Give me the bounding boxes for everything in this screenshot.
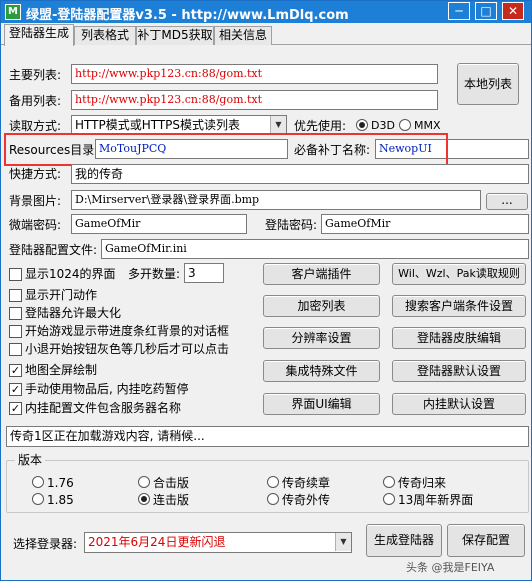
version-guilai-radio[interactable] xyxy=(383,476,395,488)
window-title: 绿盟-登陆器配置器v3.5 - http://www.LmDlq.com xyxy=(26,8,349,23)
title-bar[interactable]: M 绿盟-登陆器配置器v3.5 - http://www.LmDlq.com ─… xyxy=(1,1,531,23)
version-176-radio[interactable] xyxy=(32,476,44,488)
ui-edit-button[interactable]: 界面UI编辑 xyxy=(263,393,380,415)
micro-pwd-label: 微端密码: xyxy=(9,218,62,232)
multi-open-input[interactable]: 3 xyxy=(184,263,224,283)
default-settings-button[interactable]: 登陆器默认设置 xyxy=(392,360,526,382)
priority-d3d-radio[interactable] xyxy=(356,119,368,131)
background-input[interactable]: D:\Mirserver\登录器\登录界面.bmp xyxy=(71,190,481,210)
show-open-anim-checkbox[interactable] xyxy=(9,289,22,302)
backup-list-input[interactable]: http://www.pkp123.cn:88/gom.txt xyxy=(71,90,438,110)
local-list-button[interactable]: 本地列表 xyxy=(457,63,519,105)
config-file-label: 登陆器配置文件: xyxy=(9,243,98,257)
version-xuzhang-radio[interactable] xyxy=(267,476,279,488)
app-window: M 绿盟-登陆器配置器v3.5 - http://www.LmDlq.com ─… xyxy=(0,0,532,581)
shortcut-label: 快捷方式: xyxy=(9,167,62,181)
maximize-button[interactable]: □ xyxy=(475,2,497,20)
version-legend: 版本 xyxy=(15,452,46,468)
client-plugin-button[interactable]: 客户端插件 xyxy=(263,263,380,285)
version-lianji-label: 连击版 xyxy=(153,493,190,507)
allow-maximize-checkbox[interactable] xyxy=(9,307,22,320)
highlight-box xyxy=(4,133,448,166)
read-mode-value: HTTP模式或HTTPS模式读列表 xyxy=(75,118,241,132)
tab-patch-md5[interactable]: 补丁MD5获取 xyxy=(136,26,214,45)
special-files-button[interactable]: 集成特殊文件 xyxy=(263,360,380,382)
exit-gray-checkbox[interactable] xyxy=(9,343,22,356)
plugin-default-button[interactable]: 内挂默认设置 xyxy=(392,393,526,415)
generate-button[interactable]: 生成登陆器 xyxy=(366,524,442,557)
background-label: 背景图片: xyxy=(9,194,62,208)
version-185-label: 1.85 xyxy=(47,493,74,507)
tab-about[interactable]: 相关信息 xyxy=(214,26,272,45)
minimize-button[interactable]: ─ xyxy=(448,2,470,20)
read-mode-select[interactable]: HTTP模式或HTTPS模式读列表 ▼ xyxy=(71,115,287,135)
priority-label: 优先使用: xyxy=(294,119,347,133)
priority-mmx-radio[interactable] xyxy=(399,119,411,131)
tab-list-format[interactable]: 列表格式 xyxy=(74,26,136,45)
tab-bar: 登陆器生成 列表格式 补丁MD5获取 相关信息 xyxy=(1,23,531,46)
version-13th-label: 13周年新界面 xyxy=(398,493,474,507)
priority-d3d-label: D3D xyxy=(371,119,395,132)
version-xuzhang-label: 传奇续章 xyxy=(282,476,331,490)
save-config-button[interactable]: 保存配置 xyxy=(447,524,525,557)
main-list-label: 主要列表: xyxy=(9,68,62,82)
close-button[interactable]: ✕ xyxy=(502,2,524,20)
login-pwd-input[interactable]: GameOfMir xyxy=(321,214,529,234)
priority-mmx-label: MMX xyxy=(414,119,441,132)
skin-edit-button[interactable]: 登陆器皮肤编辑 xyxy=(392,327,526,349)
manual-items-checkbox[interactable]: ✓ xyxy=(9,383,22,396)
show-1024-checkbox[interactable] xyxy=(9,268,22,281)
app-logo-icon: M xyxy=(5,4,21,20)
config-file-input[interactable]: GameOfMir.ini xyxy=(101,239,529,259)
version-lianji-radio[interactable] xyxy=(138,493,150,505)
multi-open-label: 多开数量: xyxy=(128,267,181,281)
search-client-button[interactable]: 搜索客户端条件设置 xyxy=(392,295,526,317)
plugin-config-checkbox[interactable]: ✓ xyxy=(9,402,22,415)
tab-generator[interactable]: 登陆器生成 xyxy=(4,24,74,46)
status-text-input[interactable]: 传奇1区正在加载游戏内容, 请稍候... xyxy=(6,426,529,447)
main-list-input[interactable]: http://www.pkp123.cn:88/gom.txt xyxy=(71,64,438,84)
show-1024-label: 显示1024的界面 xyxy=(25,267,116,281)
exit-gray-label: 小退开始按钮灰色等几秒后才可以点击 xyxy=(25,342,230,356)
version-185-radio[interactable] xyxy=(32,493,44,505)
select-login-value: 2021年6月24日更新闪退 xyxy=(88,535,226,549)
chevron-down-icon[interactable]: ▼ xyxy=(335,533,351,551)
manual-items-label: 手动使用物品后, 内挂吃药暂停 xyxy=(25,382,189,396)
show-open-anim-label: 显示开门动作 xyxy=(25,288,98,302)
chevron-down-icon[interactable]: ▼ xyxy=(270,116,286,134)
plugin-config-label: 内挂配置文件包含服务器名称 xyxy=(25,401,182,415)
backup-list-label: 备用列表: xyxy=(9,94,62,108)
browse-button[interactable]: ... xyxy=(486,193,528,210)
fullscreen-map-label: 地图全屏绘制 xyxy=(25,363,98,377)
version-heji-radio[interactable] xyxy=(138,476,150,488)
watermark-text: 头条 @我是FEIYA xyxy=(406,561,495,574)
select-login-select[interactable]: 2021年6月24日更新闪退 ▼ xyxy=(84,532,352,553)
fullscreen-map-checkbox[interactable]: ✓ xyxy=(9,364,22,377)
version-guilai-label: 传奇归来 xyxy=(398,476,447,490)
login-pwd-label: 登陆密码: xyxy=(265,218,318,232)
read-rules-button[interactable]: Wil、Wzl、Pak读取规则 xyxy=(392,263,526,285)
progress-dialog-checkbox[interactable] xyxy=(9,325,22,338)
allow-maximize-label: 登陆器允许最大化 xyxy=(25,306,122,320)
version-waizhuan-radio[interactable] xyxy=(267,493,279,505)
version-13th-radio[interactable] xyxy=(383,493,395,505)
select-login-label: 选择登录器: xyxy=(13,537,78,551)
version-waizhuan-label: 传奇外传 xyxy=(282,493,331,507)
encrypt-list-button[interactable]: 加密列表 xyxy=(263,295,380,317)
shortcut-input[interactable]: 我的传奇 xyxy=(71,164,529,184)
progress-dialog-label: 开始游戏显示带进度条红背景的对话框 xyxy=(25,324,230,338)
version-176-label: 1.76 xyxy=(47,476,74,490)
resolution-button[interactable]: 分辨率设置 xyxy=(263,327,380,349)
read-mode-label: 读取方式: xyxy=(9,119,62,133)
version-heji-label: 合击版 xyxy=(153,476,190,490)
micro-pwd-input[interactable]: GameOfMir xyxy=(71,214,247,234)
